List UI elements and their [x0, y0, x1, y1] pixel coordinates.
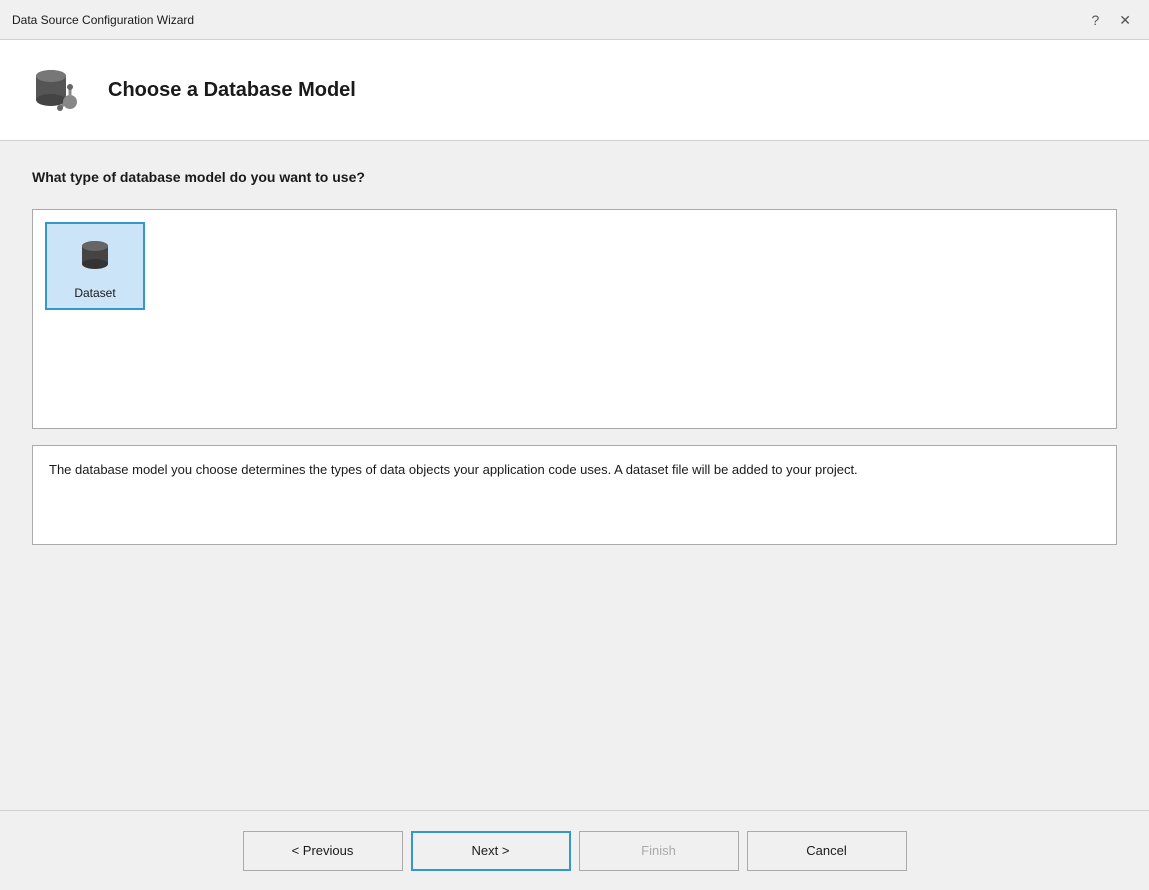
description-box: The database model you choose determines…	[32, 445, 1117, 545]
previous-button[interactable]: < Previous	[243, 831, 403, 871]
dataset-icon	[71, 232, 119, 280]
title-bar-left: Data Source Configuration Wizard	[12, 13, 194, 27]
help-button[interactable]: ?	[1085, 11, 1105, 29]
options-box: Dataset	[32, 209, 1117, 429]
wizard-header: Choose a Database Model	[0, 40, 1149, 141]
title-bar-controls: ? ✕	[1085, 11, 1137, 29]
wizard-content: Choose a Database Model What type of dat…	[0, 40, 1149, 890]
dataset-label: Dataset	[74, 286, 115, 300]
title-bar: Data Source Configuration Wizard ? ✕	[0, 0, 1149, 40]
window-title: Data Source Configuration Wizard	[12, 13, 194, 27]
close-button[interactable]: ✕	[1113, 11, 1137, 29]
dataset-db-icon	[75, 236, 115, 276]
wizard-header-title: Choose a Database Model	[108, 79, 356, 102]
body-spacer	[32, 561, 1117, 782]
database-icon	[28, 60, 88, 120]
next-button[interactable]: Next >	[411, 831, 571, 871]
wizard-body: What type of database model do you want …	[0, 141, 1149, 810]
cancel-button[interactable]: Cancel	[747, 831, 907, 871]
wizard-footer: < Previous Next > Finish Cancel	[0, 810, 1149, 890]
wizard-header-icon	[28, 60, 88, 120]
finish-button: Finish	[579, 831, 739, 871]
wizard-question: What type of database model do you want …	[32, 169, 1117, 185]
dataset-option[interactable]: Dataset	[45, 222, 145, 310]
